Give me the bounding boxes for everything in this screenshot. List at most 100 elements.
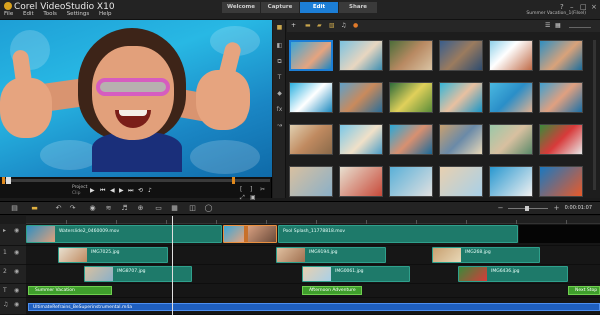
menu-settings[interactable]: Settings (67, 11, 90, 17)
maximize-icon[interactable]: □ (580, 3, 587, 11)
scissors-icon[interactable]: ✂ (260, 186, 265, 193)
media-thumbnail[interactable] (489, 82, 533, 113)
video-clip[interactable]: Pool Splash_11778818.mov (278, 225, 518, 243)
audio-filter-icon[interactable]: ♫ (341, 22, 349, 29)
media-thumbnail[interactable] (439, 166, 483, 197)
scrub-handle[interactable] (6, 177, 11, 184)
media-thumbnail[interactable] (489, 166, 533, 197)
fx-icon[interactable]: fx (276, 106, 283, 113)
media-thumbnail[interactable] (289, 40, 333, 71)
media-thumbnail[interactable] (389, 82, 433, 113)
tab-edit[interactable]: Edit (300, 2, 338, 13)
tab-share[interactable]: Share (339, 2, 377, 13)
overlay-clip[interactable]: IMG6436.jpg (458, 266, 568, 282)
media-thumbnail[interactable] (289, 124, 333, 155)
timeline-view-icon[interactable]: ▬ (30, 204, 39, 213)
repeat-icon[interactable]: ⟲ (138, 187, 143, 194)
scrub-bar[interactable] (2, 179, 270, 182)
library-scrollbar[interactable] (593, 40, 596, 190)
close-icon[interactable]: × (591, 3, 597, 11)
auto-music-icon[interactable]: ♬ (120, 204, 129, 213)
record-capture-icon[interactable]: ◉ (88, 204, 97, 213)
video-filter-icon[interactable]: ▰ (317, 22, 325, 29)
track-visibility-icon[interactable]: ◉ (14, 227, 19, 234)
help-icon[interactable]: ? (560, 3, 564, 11)
project-mode-label[interactable]: Project (72, 185, 87, 190)
storyboard-view-icon[interactable]: ▤ (10, 204, 19, 213)
media-thumbnail[interactable] (539, 124, 583, 155)
trim-start-marker[interactable] (2, 177, 5, 184)
thumbnail-view-icon[interactable]: ▦ (555, 22, 563, 29)
mark-out-icon[interactable]: ] (250, 186, 252, 193)
title-clip[interactable]: Afternoon Adventure (302, 286, 362, 295)
media-thumbnail[interactable] (439, 40, 483, 71)
instant-project-icon[interactable]: ◧ (276, 42, 283, 49)
prev-frame-icon[interactable]: ◀ (110, 187, 115, 194)
end-icon[interactable]: ⏭ (128, 187, 133, 195)
next-frame-icon[interactable]: ▶ (119, 187, 124, 194)
track-visibility-icon[interactable]: ◉ (14, 301, 19, 308)
tab-capture[interactable]: Capture (261, 2, 299, 13)
transition-icon[interactable]: ⧉ (276, 58, 283, 65)
media-thumbnail[interactable] (539, 82, 583, 113)
title-clip[interactable]: Summer Vacation (28, 286, 112, 295)
video-preview[interactable] (0, 20, 272, 177)
media-thumbnail[interactable] (439, 124, 483, 155)
graphic-icon[interactable]: ◆ (276, 90, 283, 97)
overlay-clip[interactable]: IMG8707.jpg (84, 266, 192, 282)
media-thumbnail[interactable] (539, 40, 583, 71)
overlay-clip[interactable]: IMG7025.jpg (58, 247, 168, 263)
audio-clip[interactable]: UltimateRefrains_BeSuperinstrumental.m4a (28, 303, 600, 311)
mask-creator-icon[interactable]: ◯ (204, 204, 213, 213)
menu-edit[interactable]: Edit (23, 11, 34, 17)
sound-mixer-icon[interactable]: ≋ (104, 204, 113, 213)
tab-welcome[interactable]: Welcome (222, 2, 260, 13)
thumbnail-size-slider[interactable] (569, 27, 591, 28)
media-thumbnail[interactable] (439, 82, 483, 113)
overlay-clip[interactable]: IMG0061.jpg (302, 266, 410, 282)
media-thumbnail[interactable] (289, 82, 333, 113)
timeline-ruler[interactable] (26, 216, 600, 224)
zoom-out-icon[interactable]: − (496, 204, 505, 213)
playhead[interactable] (172, 216, 173, 315)
media-thumbnail[interactable] (539, 166, 583, 197)
split-screen-icon[interactable]: ◫ (188, 204, 197, 213)
media-thumbnail[interactable] (339, 166, 383, 197)
track-visibility-icon[interactable]: ◉ (14, 287, 19, 294)
folder-icon[interactable]: ▬ (305, 22, 313, 29)
transition-clip[interactable] (223, 225, 277, 243)
path-icon[interactable]: ↝ (276, 122, 283, 129)
video-clip[interactable]: Waterslide2_0460009.mov (26, 225, 222, 243)
media-thumbnail[interactable] (389, 124, 433, 155)
overlay-clip[interactable]: IMG268.jpg (432, 247, 540, 263)
redo-icon[interactable]: ↷ (68, 204, 77, 213)
track-visibility-icon[interactable]: ◉ (14, 268, 19, 275)
zoom-slider-knob[interactable] (525, 206, 529, 211)
photo-filter-icon[interactable]: ▧ (329, 22, 337, 29)
media-thumbnail[interactable] (339, 124, 383, 155)
subtitle-editor-icon[interactable]: ▭ (154, 204, 163, 213)
zoom-in-icon[interactable]: + (552, 204, 561, 213)
clip-mode-label[interactable]: Clip (72, 191, 81, 196)
media-thumbnail[interactable] (289, 166, 333, 197)
home-icon[interactable]: ⏮ (100, 187, 105, 195)
menu-file[interactable]: File (4, 11, 13, 17)
list-view-icon[interactable]: ☰ (545, 22, 553, 29)
track-visibility-icon[interactable]: ◉ (14, 249, 19, 256)
undo-icon[interactable]: ↶ (54, 204, 63, 213)
media-thumbnail[interactable] (489, 40, 533, 71)
media-thumbnail[interactable] (489, 124, 533, 155)
play-icon[interactable]: ▶ (90, 187, 95, 194)
minimize-icon[interactable]: – (570, 3, 574, 11)
media-thumbnail[interactable] (339, 82, 383, 113)
media-thumbnail[interactable] (389, 40, 433, 71)
trim-end-marker[interactable] (232, 177, 235, 184)
menu-tools[interactable]: Tools (43, 11, 57, 17)
media-icon[interactable]: ■ (276, 24, 283, 31)
motion-tracking-icon[interactable]: ⊕ (136, 204, 145, 213)
title-icon[interactable]: T (276, 74, 283, 81)
mark-in-icon[interactable]: [ (240, 186, 242, 193)
title-clip[interactable]: Next Stop (568, 286, 600, 295)
timecode-display[interactable]: 0:00:01:07 (565, 205, 592, 211)
media-thumbnail[interactable] (339, 40, 383, 71)
